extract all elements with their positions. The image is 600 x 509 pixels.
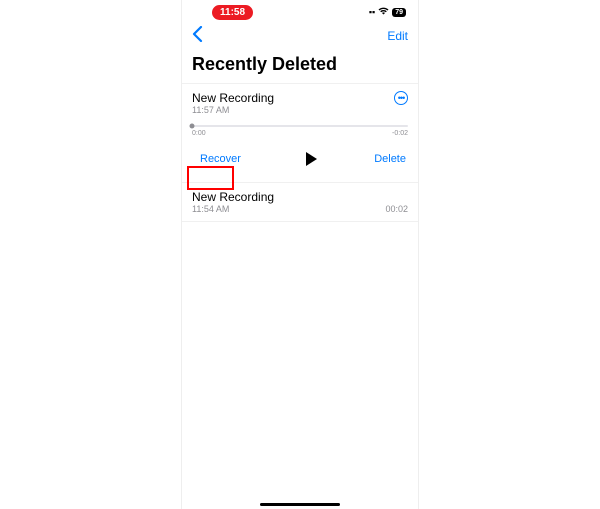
back-button[interactable] [192,26,203,47]
edit-button[interactable]: Edit [387,29,408,43]
slider-labels: 0:00 -0:02 [192,130,408,137]
phone-screen: 11:58 ▪▪ 79 Edit Recently Deleted New Re… [181,0,419,509]
slider-start-label: 0:00 [192,130,206,137]
home-indicator[interactable] [260,503,340,506]
recording-item[interactable]: New Recording 11:54 AM 00:02 [182,183,418,222]
recording-item-expanded[interactable]: New Recording ••• 11:57 AM 0:00 -0:02 Re… [182,83,418,183]
recording-title: New Recording [192,91,274,105]
recording-timestamp: 11:54 AM [192,204,229,214]
slider-end-label: -0:02 [392,130,408,137]
wifi-icon [378,7,389,17]
playback-controls: Recover Delete [192,149,408,175]
recover-button[interactable]: Recover [194,149,247,169]
status-time-recording[interactable]: 11:58 [212,5,253,20]
play-icon[interactable] [303,151,319,167]
status-right: ▪▪ 79 [369,7,406,17]
nav-bar: Edit [182,22,418,50]
recording-duration: 00:02 [385,204,408,214]
recording-title: New Recording [192,190,274,204]
battery-icon: 79 [392,8,406,17]
playback-slider[interactable] [192,125,408,127]
more-options-icon[interactable]: ••• [394,91,408,105]
cellular-icon: ▪▪ [369,7,375,17]
page-title: Recently Deleted [182,50,418,83]
slider-thumb[interactable] [190,124,195,129]
recording-timestamp: 11:57 AM [192,105,229,115]
status-bar: 11:58 ▪▪ 79 [182,0,418,22]
delete-button[interactable]: Delete [374,153,406,165]
